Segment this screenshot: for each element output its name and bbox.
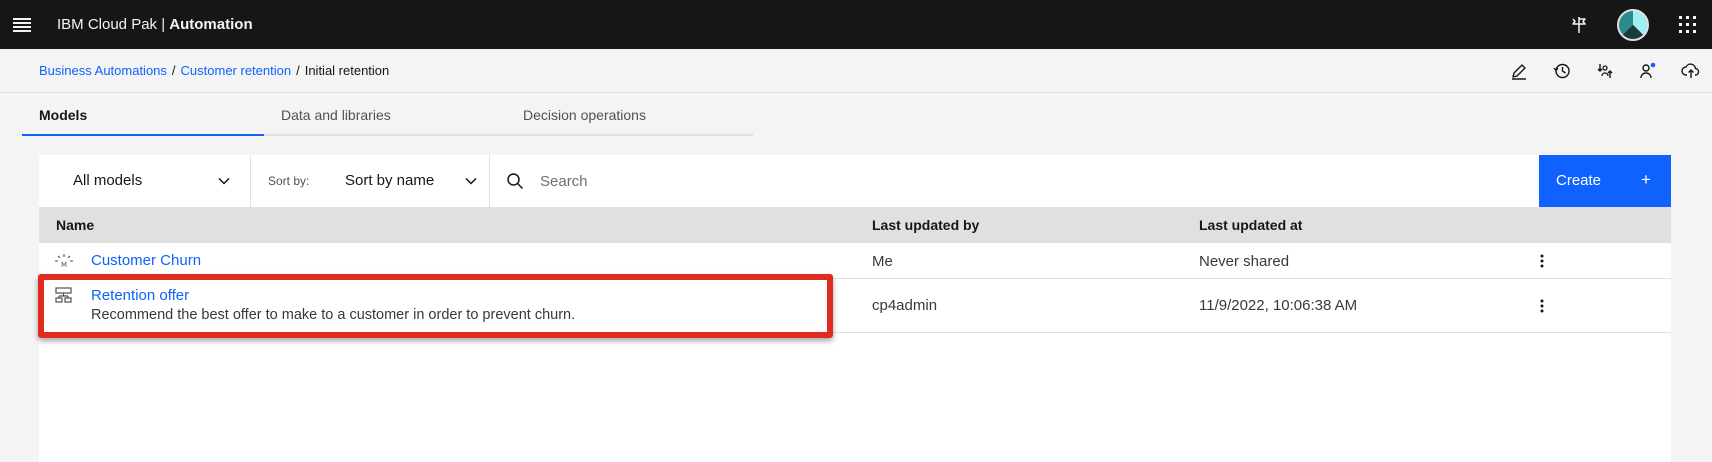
menu-button[interactable] [0, 0, 44, 49]
tab-decision-operations[interactable]: Decision operations [506, 97, 753, 136]
project-actions [1497, 49, 1712, 93]
models-panel: All models Sort by: Sort by name Create … [39, 155, 1671, 462]
user-profile-button[interactable] [1603, 0, 1663, 49]
search-icon [507, 173, 524, 190]
breadcrumb-bar: Business Automations / Customer retention /… [0, 49, 1712, 93]
signpost-icon [1571, 16, 1586, 33]
share-icon [1639, 62, 1655, 79]
create-button[interactable]: Create + [1539, 155, 1671, 207]
updated-by-cell: Me [872, 253, 893, 270]
updated-at-cell: Never shared [1199, 253, 1290, 270]
column-header-name[interactable]: Name [56, 217, 94, 233]
row-overflow-menu[interactable] [1534, 298, 1550, 314]
share-button[interactable] [1626, 49, 1669, 93]
models-toolbar: All models Sort by: Sort by name Create … [39, 155, 1671, 207]
top-header: IBM Cloud Pak | Automation [0, 0, 1712, 49]
chevron-down-icon [218, 177, 230, 185]
create-button-label: Create [1556, 172, 1602, 189]
header-actions [1554, 0, 1712, 49]
updated-by-cell: cp4admin [872, 297, 938, 314]
sort-dropdown[interactable]: Sort by: Sort by name [251, 155, 490, 207]
model-filter-dropdown[interactable]: All models [39, 155, 251, 207]
tab-data-and-libraries[interactable]: Data and libraries [264, 97, 506, 136]
updated-at-cell: 11/9/2022, 10:06:38 AM [1199, 297, 1358, 314]
add-icon: + [1641, 170, 1651, 189]
project-tabs: Models Data and libraries Decision opera… [22, 97, 753, 136]
models-table: Name Last updated by Last updated at M C… [39, 207, 1671, 333]
decision-model-icon: M [55, 254, 73, 268]
table-row[interactable]: Retention offer Recommend the best offer… [39, 279, 1671, 333]
model-name-link[interactable]: Customer Churn [91, 252, 201, 269]
history-icon [1552, 63, 1570, 79]
svg-text:M: M [61, 261, 67, 268]
edit-icon [1511, 64, 1526, 80]
menu-icon [13, 17, 31, 32]
table-header: Name Last updated by Last updated at [39, 207, 1671, 243]
breadcrumb-current: Initial retention [304, 63, 390, 78]
compare-icon [1597, 64, 1612, 78]
breadcrumb-separator: / [296, 63, 300, 78]
column-header-updated-at[interactable]: Last updated at [1199, 217, 1302, 233]
chevron-down-icon [465, 177, 477, 185]
breadcrumb: Business Automations / Customer retention /… [39, 63, 389, 78]
model-name-link[interactable]: Retention offer [91, 287, 189, 304]
overflow-menu-icon [1540, 254, 1544, 268]
brand-name[interactable]: IBM Cloud Pak | Automation [57, 16, 253, 33]
model-filter-value: All models [73, 172, 143, 189]
breadcrumb-separator: / [171, 63, 176, 78]
overflow-menu-icon [1540, 299, 1544, 313]
user-avatar [1617, 8, 1649, 41]
history-button[interactable] [1540, 49, 1583, 93]
help-button[interactable] [1554, 0, 1603, 49]
app-switcher-icon [1678, 15, 1696, 33]
row-overflow-menu[interactable] [1534, 253, 1550, 269]
breadcrumb-business-automations[interactable]: Business Automations [39, 63, 167, 78]
deploy-button[interactable] [1669, 49, 1712, 93]
app-switcher-button[interactable] [1663, 0, 1712, 49]
sort-label: Sort by: [268, 174, 310, 188]
search-box [490, 155, 1539, 207]
search-input[interactable] [540, 155, 1340, 207]
edit-button[interactable] [1497, 49, 1540, 93]
deploy-icon [1680, 63, 1699, 78]
compare-button[interactable] [1583, 49, 1626, 93]
model-description: Recommend the best offer to make to a cu… [91, 307, 576, 323]
brand-prefix: IBM Cloud Pak | [57, 16, 170, 33]
decision-service-icon [55, 287, 72, 303]
brand-product: Automation [169, 16, 253, 33]
table-row[interactable]: M Customer Churn Me Never shared [39, 243, 1671, 279]
breadcrumb-customer-retention[interactable]: Customer retention [181, 63, 292, 78]
column-header-updated-by[interactable]: Last updated by [872, 217, 979, 233]
tab-models[interactable]: Models [22, 97, 264, 136]
sort-value: Sort by name [345, 172, 435, 189]
